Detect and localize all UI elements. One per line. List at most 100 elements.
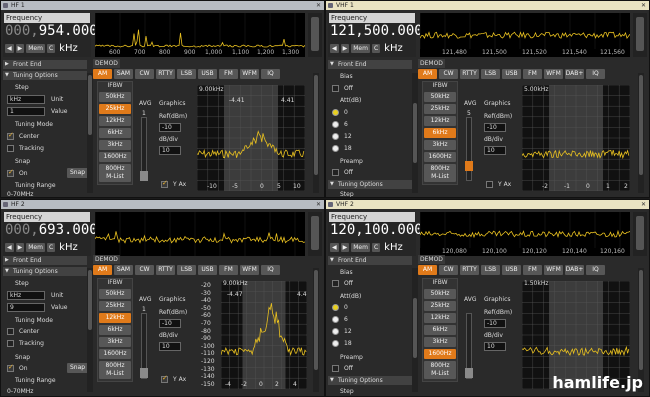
bias-off-checkbox[interactable] bbox=[332, 280, 339, 287]
mode-cw-button[interactable]: CW bbox=[439, 69, 458, 79]
demod-tab[interactable]: DEMOD bbox=[418, 255, 445, 264]
ref-input[interactable]: -10 bbox=[159, 123, 181, 132]
step-down-button[interactable]: ◀ bbox=[5, 44, 14, 53]
ifbw-button[interactable]: 25kHz bbox=[99, 301, 131, 311]
mode-rtty-button[interactable]: RTTY bbox=[156, 265, 175, 275]
ifbw-button[interactable]: 12kHz bbox=[99, 313, 131, 323]
att-18-radio[interactable] bbox=[332, 340, 339, 347]
step-up-button[interactable]: ▶ bbox=[15, 44, 25, 53]
mlist-button[interactable]: M-List bbox=[424, 172, 456, 182]
mode-cw-button[interactable]: CW bbox=[439, 265, 458, 275]
mode-iq-button[interactable]: IQ bbox=[586, 69, 605, 79]
mode-sam-button[interactable]: SAM bbox=[114, 265, 133, 275]
window-titlebar[interactable]: HF 2 ✕ bbox=[1, 200, 324, 209]
tuning-options-section[interactable]: Tuning Options bbox=[328, 376, 412, 385]
att-0-radio[interactable] bbox=[332, 109, 339, 116]
window-titlebar[interactable]: VHF 2 ✕ bbox=[326, 200, 649, 209]
demod-tab[interactable]: DEMOD bbox=[93, 255, 120, 264]
snap-button[interactable]: Snap bbox=[67, 363, 89, 373]
att-0-radio[interactable] bbox=[332, 304, 339, 311]
ifbw-button[interactable]: 12kHz bbox=[99, 116, 131, 126]
mode-lsb-button[interactable]: LSB bbox=[481, 69, 500, 79]
ref-input[interactable]: -10 bbox=[484, 319, 506, 328]
ifbw-button[interactable]: 6kHz bbox=[99, 325, 131, 335]
mode-iq-button[interactable]: IQ bbox=[261, 69, 280, 79]
dbdiv-input[interactable]: 10 bbox=[484, 146, 506, 155]
snap-button[interactable]: Snap bbox=[67, 168, 89, 178]
mode-usb-button[interactable]: USB bbox=[502, 69, 521, 79]
mode-iq-button[interactable]: IQ bbox=[586, 265, 605, 275]
step-value-input[interactable]: 1 bbox=[7, 107, 45, 116]
left-scrollbar[interactable] bbox=[412, 268, 418, 392]
ifbw-button[interactable]: 1600Hz bbox=[99, 152, 131, 162]
mode-lsb-button[interactable]: LSB bbox=[481, 265, 500, 275]
spectrum-display[interactable]: 120,080 120,100 120,120 120,140 120,160 bbox=[420, 212, 630, 256]
avg-slider[interactable] bbox=[466, 117, 472, 181]
mode-wfm-button[interactable]: WFM bbox=[544, 69, 563, 79]
ifbw-button[interactable]: 3kHz bbox=[99, 140, 131, 150]
step-up-button[interactable]: ▶ bbox=[340, 44, 350, 53]
mlist-button[interactable]: M-List bbox=[424, 369, 456, 379]
ifbw-button[interactable]: 12kHz bbox=[424, 313, 456, 323]
left-scrollbar[interactable] bbox=[412, 73, 418, 193]
front-end-section[interactable]: Front End bbox=[328, 256, 412, 265]
right-scrollbar[interactable] bbox=[313, 73, 319, 193]
att-6-radio[interactable] bbox=[332, 121, 339, 128]
mode-cw-button[interactable]: CW bbox=[135, 69, 154, 79]
mode-rtty-button[interactable]: RTTY bbox=[460, 69, 479, 79]
front-end-section[interactable]: Front End bbox=[3, 256, 87, 265]
dbdiv-input[interactable]: 10 bbox=[159, 146, 181, 155]
c-button[interactable]: C bbox=[371, 243, 381, 252]
if-scope[interactable]: 5.00kHz -2 -1 0 1 2 bbox=[522, 85, 630, 191]
mode-fm-button[interactable]: FM bbox=[523, 265, 542, 275]
c-button[interactable]: C bbox=[46, 44, 56, 53]
demod-tab[interactable]: DEMOD bbox=[418, 59, 445, 68]
avg-slider-thumb[interactable] bbox=[140, 171, 148, 181]
mode-cw-button[interactable]: CW bbox=[135, 265, 154, 275]
left-scrollbar[interactable] bbox=[87, 73, 93, 193]
snap-on-checkbox[interactable] bbox=[7, 168, 14, 177]
center-checkbox[interactable] bbox=[7, 131, 14, 140]
mem-button[interactable]: Mem bbox=[26, 243, 45, 252]
mode-iq-button[interactable]: IQ bbox=[261, 265, 280, 275]
step-down-button[interactable]: ◀ bbox=[330, 243, 339, 252]
bias-off-checkbox[interactable] bbox=[332, 85, 339, 92]
mode-am-button[interactable]: AM bbox=[418, 265, 437, 275]
if-scope[interactable]: 9.00kHz -4.41 4.41 -10 -5 0 5 10 bbox=[197, 85, 305, 191]
y-axis-checkbox[interactable] bbox=[486, 181, 493, 188]
close-icon[interactable]: ✕ bbox=[316, 1, 321, 10]
att-12-radio[interactable] bbox=[332, 328, 339, 335]
y-axis-checkbox[interactable] bbox=[161, 179, 168, 188]
ifbw-button[interactable]: 50kHz bbox=[424, 92, 456, 102]
mode-wfm-button[interactable]: WFM bbox=[240, 69, 259, 79]
tracking-checkbox[interactable] bbox=[7, 145, 14, 152]
demod-tab[interactable]: DEMOD bbox=[93, 59, 120, 68]
ifbw-button[interactable]: 25kHz bbox=[424, 104, 456, 114]
spectrum-display[interactable] bbox=[95, 212, 305, 256]
ifbw-button[interactable]: 12kHz bbox=[424, 116, 456, 126]
spectrum-display[interactable]: 600 700 800 900 1,000 1,100 1,200 1,300 bbox=[95, 13, 305, 57]
mode-usb-button[interactable]: USB bbox=[198, 69, 217, 79]
frequency-display[interactable]: 000,693.000 bbox=[5, 222, 98, 238]
left-scrollbar[interactable] bbox=[87, 268, 93, 392]
mode-fm-button[interactable]: FM bbox=[219, 69, 238, 79]
mode-usb-button[interactable]: USB bbox=[502, 265, 521, 275]
spectrum-display[interactable]: 121,480 121,500 121,520 121,540 121,560 bbox=[420, 13, 630, 57]
frequency-display[interactable]: 121,500.000 bbox=[330, 23, 423, 39]
window-titlebar[interactable]: VHF 1 ✕ bbox=[326, 1, 649, 10]
right-scrollbar[interactable] bbox=[638, 73, 644, 193]
mode-wfm-button[interactable]: WFM bbox=[240, 265, 259, 275]
ifbw-button[interactable]: 1600Hz bbox=[99, 349, 131, 359]
att-18-radio[interactable] bbox=[332, 145, 339, 152]
ifbw-button[interactable]: 3kHz bbox=[424, 337, 456, 347]
c-button[interactable]: C bbox=[46, 243, 56, 252]
mlist-button[interactable]: M-List bbox=[99, 369, 131, 379]
c-button[interactable]: C bbox=[371, 44, 381, 53]
step-down-button[interactable]: ◀ bbox=[5, 243, 14, 252]
ifbw-button[interactable]: 50kHz bbox=[99, 289, 131, 299]
mode-dab-button[interactable]: DAB+ bbox=[565, 265, 584, 275]
ref-input[interactable]: -10 bbox=[159, 319, 181, 328]
mode-lsb-button[interactable]: LSB bbox=[177, 265, 196, 275]
center-checkbox[interactable] bbox=[7, 328, 14, 335]
step-unit-select[interactable]: kHz bbox=[7, 95, 45, 104]
